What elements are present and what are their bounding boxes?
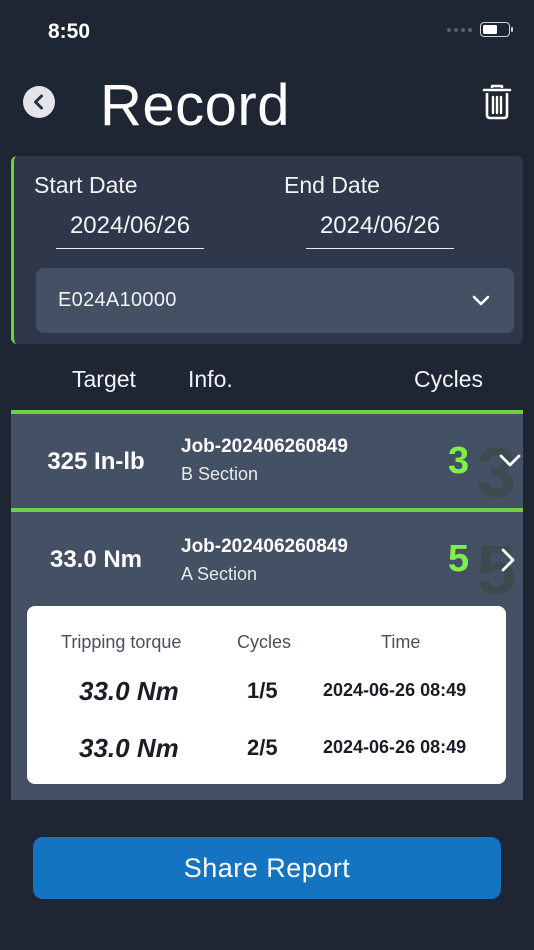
- column-header-info: Info.: [188, 366, 233, 392]
- record-cycles: 3: [448, 440, 470, 482]
- start-date-label: Start Date: [34, 172, 138, 198]
- record-section: B Section: [181, 464, 259, 484]
- signal-icon: [447, 27, 472, 32]
- device-select-value: E024A10000: [58, 289, 177, 311]
- detail-torque: 33.0 Nm: [79, 733, 179, 763]
- record-target: 325 In-lb: [47, 448, 145, 475]
- status-indicators: [447, 22, 513, 37]
- record-section: A Section: [181, 564, 258, 584]
- device-select[interactable]: E024A10000: [36, 268, 514, 333]
- chevron-down-icon[interactable]: [499, 454, 521, 468]
- record-detail-panel: Tripping torque Cycles Time 33.0 Nm 1/5 …: [27, 606, 506, 784]
- end-date-field[interactable]: 2024/06/26: [306, 212, 454, 249]
- detail-time: 2024-06-26 08:49: [323, 737, 467, 757]
- start-date-field[interactable]: 2024/06/26: [56, 212, 204, 249]
- chevron-left-icon: [34, 94, 43, 110]
- record-job: Job-202406260849: [181, 536, 348, 557]
- detail-header-time: Time: [381, 632, 421, 652]
- detail-time: 2024-06-26 08:49: [323, 680, 467, 700]
- delete-button[interactable]: [482, 84, 512, 120]
- record-cycles: 5: [448, 538, 470, 580]
- detail-header-torque: Tripping torque: [61, 632, 182, 652]
- battery-level: [483, 25, 498, 34]
- chevron-down-icon: [472, 295, 490, 305]
- record-row[interactable]: 33.0 Nm Job-202406260849 A Section 5 5 T…: [11, 508, 523, 800]
- detail-cycle: 2/5: [247, 735, 278, 760]
- record-row[interactable]: 325 In-lb Job-202406260849 B Section 3 3: [11, 410, 523, 511]
- end-date-label: End Date: [284, 172, 380, 198]
- record-cycles-watermark: 3: [477, 433, 516, 511]
- back-button[interactable]: [23, 86, 55, 118]
- page-title: Record: [100, 73, 290, 138]
- column-header-target: Target: [72, 366, 136, 392]
- detail-header-cycles: Cycles: [237, 632, 292, 652]
- battery-icon: [480, 22, 513, 37]
- record-job: Job-202406260849: [181, 436, 348, 457]
- share-report-button[interactable]: Share Report: [33, 837, 501, 899]
- detail-torque: 33.0 Nm: [79, 676, 179, 706]
- filter-card: Start Date 2024/06/26 End Date 2024/06/2…: [11, 156, 523, 344]
- detail-cycle: 1/5: [247, 678, 278, 703]
- record-screen: 8:50 Record Start Date 2024/06/26 End Da…: [0, 0, 534, 950]
- trash-icon: [482, 84, 512, 120]
- status-time: 8:50: [48, 20, 91, 43]
- column-header-cycles: Cycles: [414, 366, 484, 392]
- chevron-right-icon[interactable]: [501, 548, 515, 572]
- record-target: 33.0 Nm: [49, 546, 143, 573]
